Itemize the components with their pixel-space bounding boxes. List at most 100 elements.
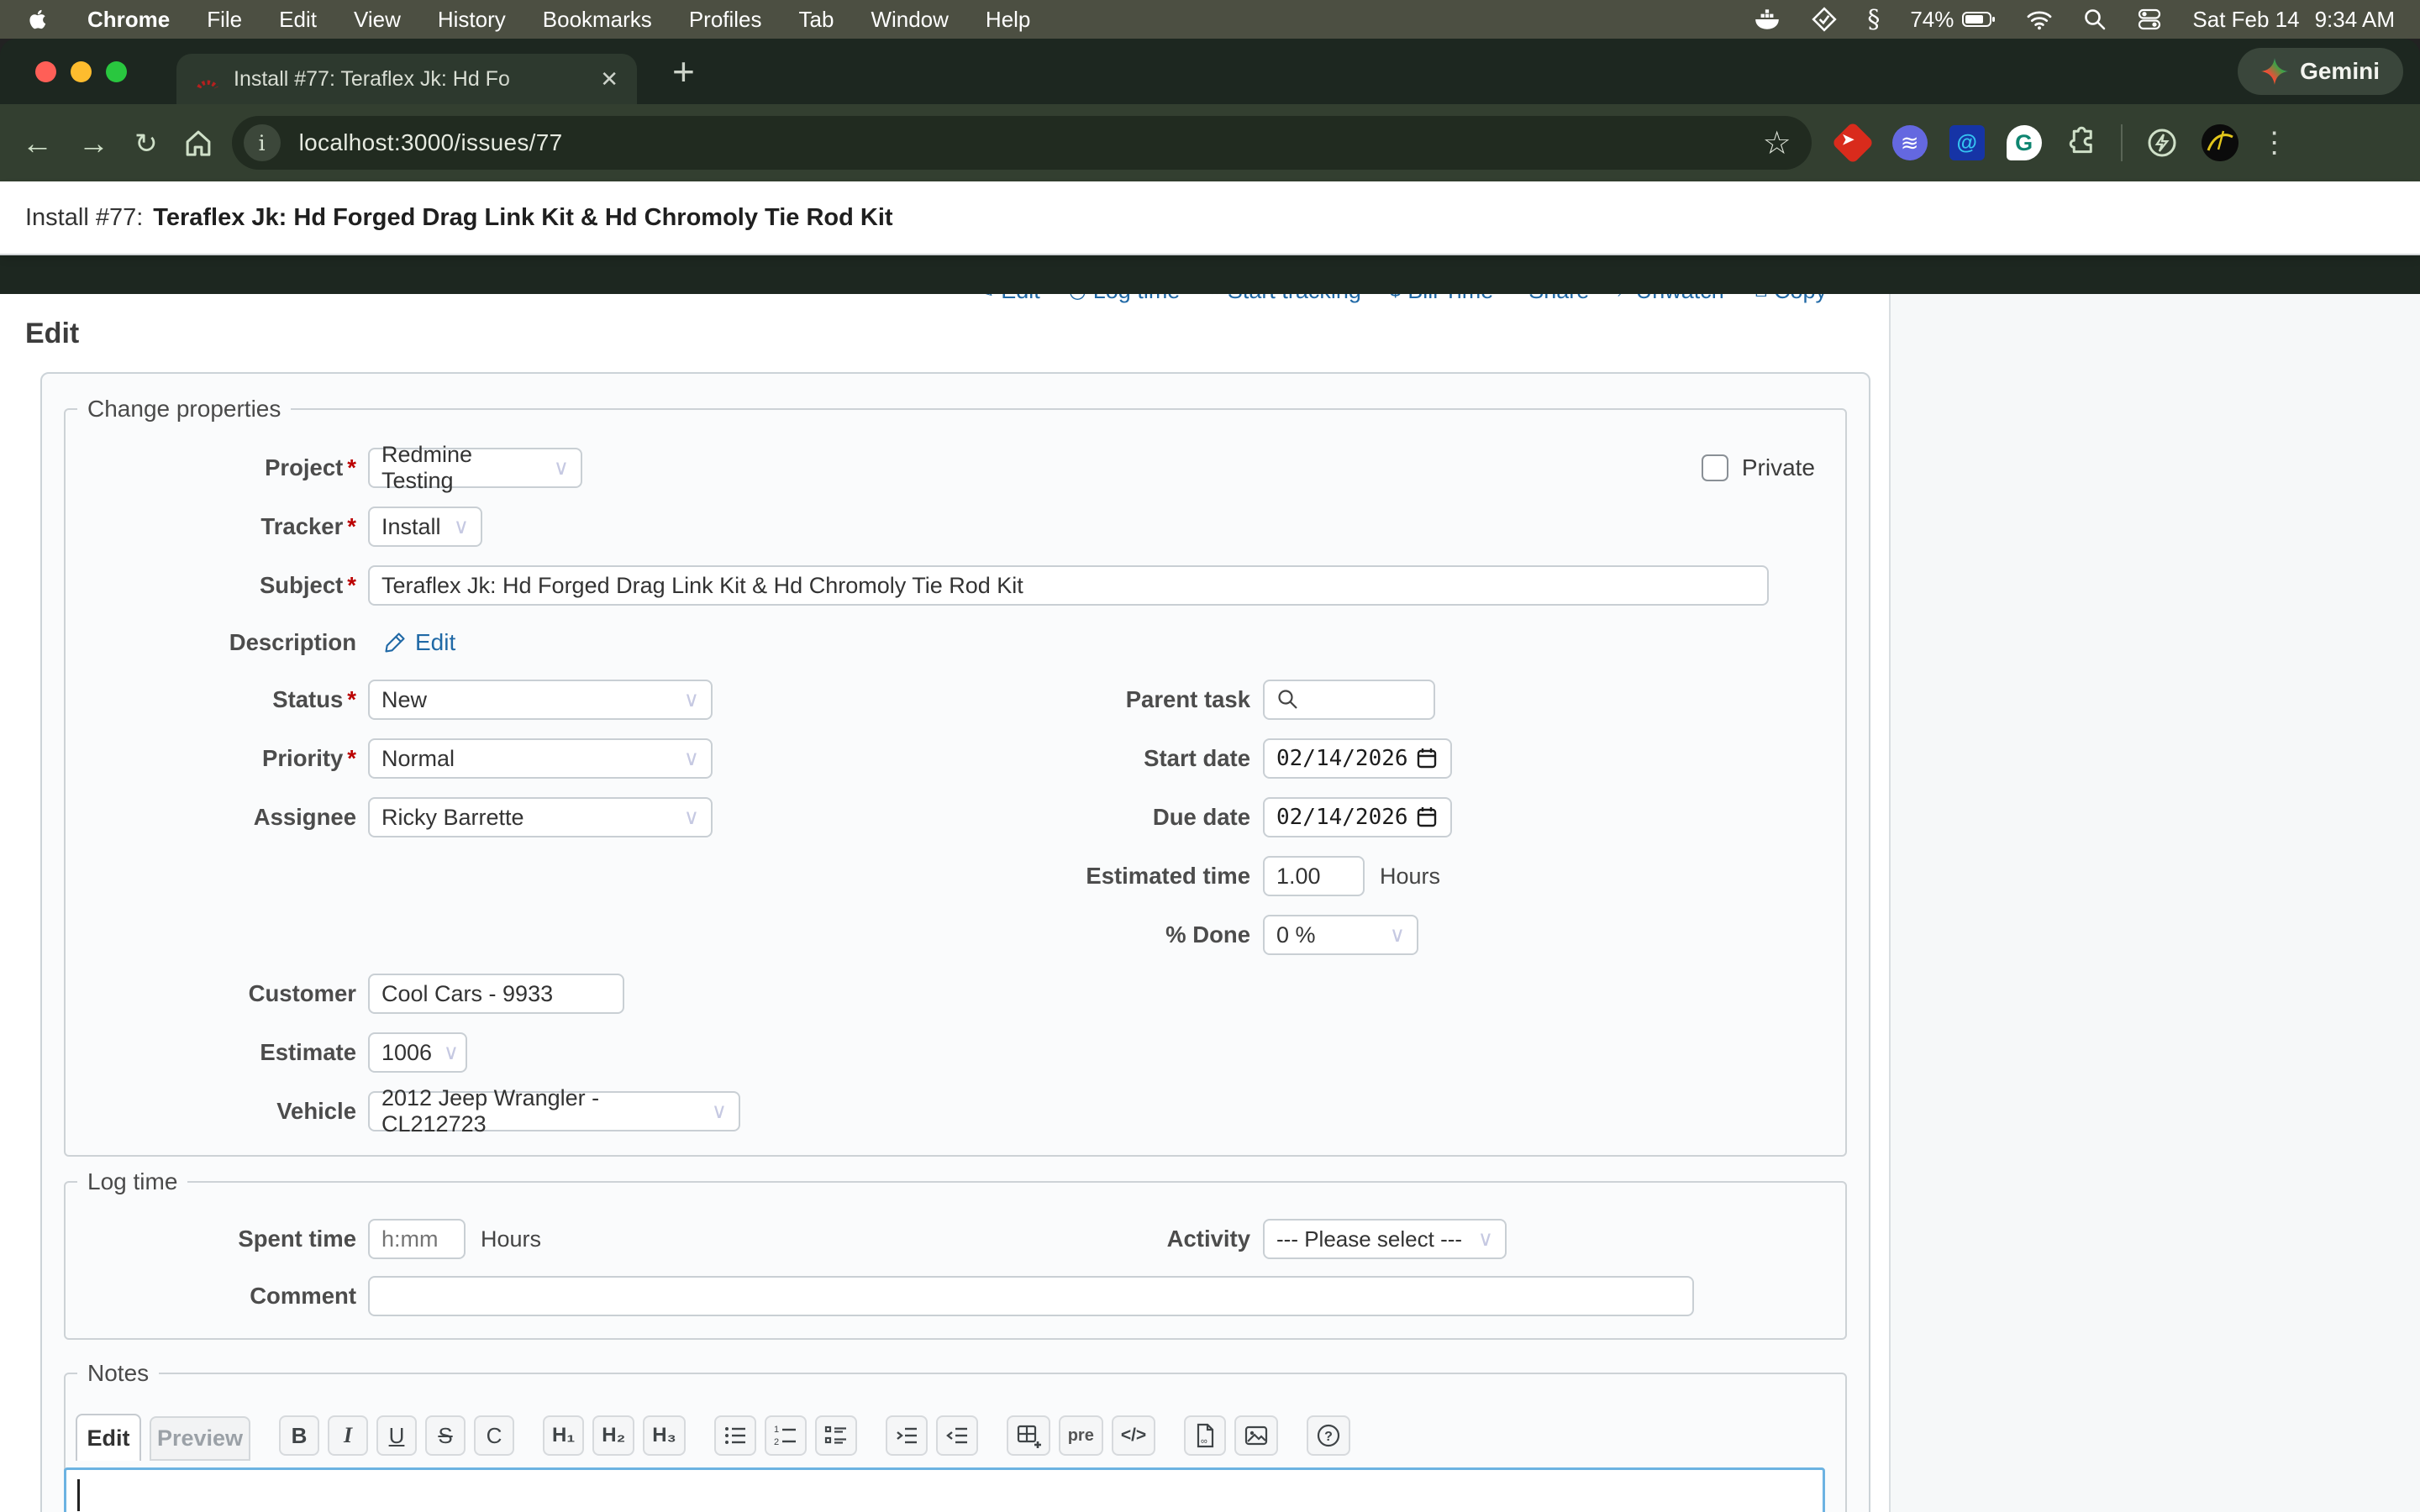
action-icon: ⧉ [1753,294,1767,302]
apple-menu-icon[interactable] [25,7,47,32]
action-link[interactable]: $ Bill Time [1390,294,1493,304]
priority-select[interactable]: Normal∨ [368,738,713,779]
private-checkbox[interactable] [1702,454,1728,481]
home-button[interactable] [183,128,213,158]
menubar-app-icon-3[interactable]: § [1867,5,1880,34]
tab-close-icon[interactable]: ✕ [600,66,618,92]
italic-button[interactable]: I [328,1415,368,1456]
new-tab-button[interactable]: + [672,52,695,91]
minimize-window-button[interactable] [71,61,92,82]
menubar-item[interactable]: Profiles [689,7,762,33]
gemini-button[interactable]: Gemini [2238,48,2403,95]
definition-list-button[interactable] [815,1415,857,1456]
menubar-item[interactable]: Bookmarks [543,7,652,33]
menubar-item[interactable]: View [354,7,401,33]
attach-file-button[interactable]: ∞ [1184,1415,1226,1456]
start-date-input[interactable]: 02/14/2026 [1263,738,1452,779]
assignee-select[interactable]: Ricky Barrette∨ [368,797,713,837]
docker-icon[interactable] [1753,7,1781,32]
parent-task-input[interactable] [1263,680,1435,720]
menubar-app-name[interactable]: Chrome [87,7,170,33]
insert-table-button[interactable] [1007,1415,1050,1456]
status-select[interactable]: New∨ [368,680,713,720]
spent-time-input[interactable] [368,1219,466,1259]
menubar-item[interactable]: Window [871,7,948,33]
site-info-icon[interactable]: i [244,124,281,161]
comment-input[interactable] [368,1276,1694,1316]
estimate-select[interactable]: 1006∨ [368,1032,467,1073]
percent-done-select[interactable]: 0 %∨ [1263,915,1418,955]
blue-at-lock-extension-icon[interactable]: @ [1949,125,1985,160]
notes-fieldset: Notes Edit Preview B I U S C H₁ H₂ [64,1360,1847,1512]
notes-textarea[interactable] [64,1467,1825,1512]
close-window-button[interactable] [35,61,56,82]
browser-menu-kebab-icon[interactable]: ⋮ [2260,126,2289,160]
menubar-item[interactable]: History [438,7,506,33]
menubar-item[interactable]: File [207,7,242,33]
tracker-label: Tracker [260,513,343,539]
browser-toolbar: ← → ↻ i localhost:3000/issues/77 ☆ ➤ ≋ @… [0,104,2420,181]
help-button[interactable]: ? [1307,1415,1350,1456]
outdent-button[interactable] [936,1415,978,1456]
project-select[interactable]: Redmine Testing∨ [368,448,582,488]
extensions-row: ➤ ≋ @ G ⋮ [1835,124,2289,161]
underline-button[interactable]: U [376,1415,417,1456]
subject-input[interactable] [368,565,1769,606]
strikethrough-button[interactable]: S [425,1415,466,1456]
menubar-clock[interactable]: Sat Feb 14 9:34 AM [2192,7,2395,33]
action-link[interactable]: ◷ Log time [1069,294,1181,304]
activity-select[interactable]: --- Please select ---∨ [1263,1219,1507,1259]
forward-button[interactable]: → [78,128,109,159]
zoom-window-button[interactable] [106,61,127,82]
estimated-time-input[interactable] [1263,856,1365,896]
chevron-down-icon: ∨ [1478,1226,1493,1252]
wifi-icon[interactable] [2026,8,2053,30]
menubar-item[interactable]: Tab [799,7,834,33]
tracker-select[interactable]: Install∨ [368,507,482,547]
grammarly-extension-icon[interactable]: G [2007,125,2042,160]
battery-indicator[interactable]: 74% [1910,7,1996,33]
notes-tab-preview[interactable]: Preview [150,1416,250,1461]
browser-tab[interactable]: Install #77: Teraflex Jk: Hd Fo ✕ [176,54,637,104]
numbered-list-button[interactable]: 12 [765,1415,807,1456]
bullet-list-button[interactable] [714,1415,756,1456]
bold-button[interactable]: B [279,1415,319,1456]
reload-button[interactable]: ↻ [134,129,158,157]
percent-done-label: % Done [969,921,1250,948]
address-bar[interactable]: i localhost:3000/issues/77 ☆ [232,116,1812,170]
action-link[interactable]: ◔ Start tracking [1208,294,1361,304]
profile-avatar[interactable] [2202,124,2238,161]
insert-image-button[interactable] [1234,1415,1278,1456]
due-date-input[interactable]: 02/14/2026 [1263,797,1452,837]
energy-saver-icon[interactable] [2144,125,2180,160]
spotlight-search-icon[interactable] [2083,8,2107,31]
menubar-item[interactable]: Help [986,7,1030,33]
action-link[interactable]: ✎ Edit [977,294,1040,304]
menubar-app-icon-2[interactable] [1812,7,1837,32]
control-center-icon[interactable] [2137,8,2162,31]
red-diamond-extension-icon[interactable]: ➤ [1835,125,1870,160]
edit-description-link[interactable]: Edit [415,629,455,656]
indigo-circle-extension-icon[interactable]: ≋ [1892,125,1928,160]
bookmark-star-icon[interactable]: ☆ [1763,124,1791,162]
preformatted-button[interactable]: pre [1059,1415,1103,1456]
heading1-button[interactable]: H₁ [543,1415,584,1456]
action-icon: $ [1390,294,1401,302]
heading2-button[interactable]: H₂ [592,1415,634,1456]
vehicle-select[interactable]: 2012 Jeep Wrangler - CL212723∨ [368,1091,740,1131]
indent-button[interactable] [886,1415,928,1456]
menubar-item[interactable]: Edit [279,7,317,33]
edit-description-pencil-icon[interactable] [383,631,407,654]
extensions-puzzle-icon[interactable] [2064,125,2099,160]
back-button[interactable]: ← [22,128,53,159]
notes-tab-edit[interactable]: Edit [76,1414,141,1461]
url-text[interactable]: localhost:3000/issues/77 [299,129,563,156]
action-link[interactable]: ⧉ Copy [1753,294,1827,304]
customer-input[interactable] [368,974,624,1014]
code-block-button[interactable]: </> [1112,1415,1155,1456]
inline-code-button[interactable]: C [474,1415,514,1456]
subject-label: Subject [260,572,343,598]
action-link[interactable]: Share [1522,294,1589,304]
heading3-button[interactable]: H₃ [643,1415,685,1456]
action-link[interactable]: ⌕ Unwatch [1618,294,1724,304]
